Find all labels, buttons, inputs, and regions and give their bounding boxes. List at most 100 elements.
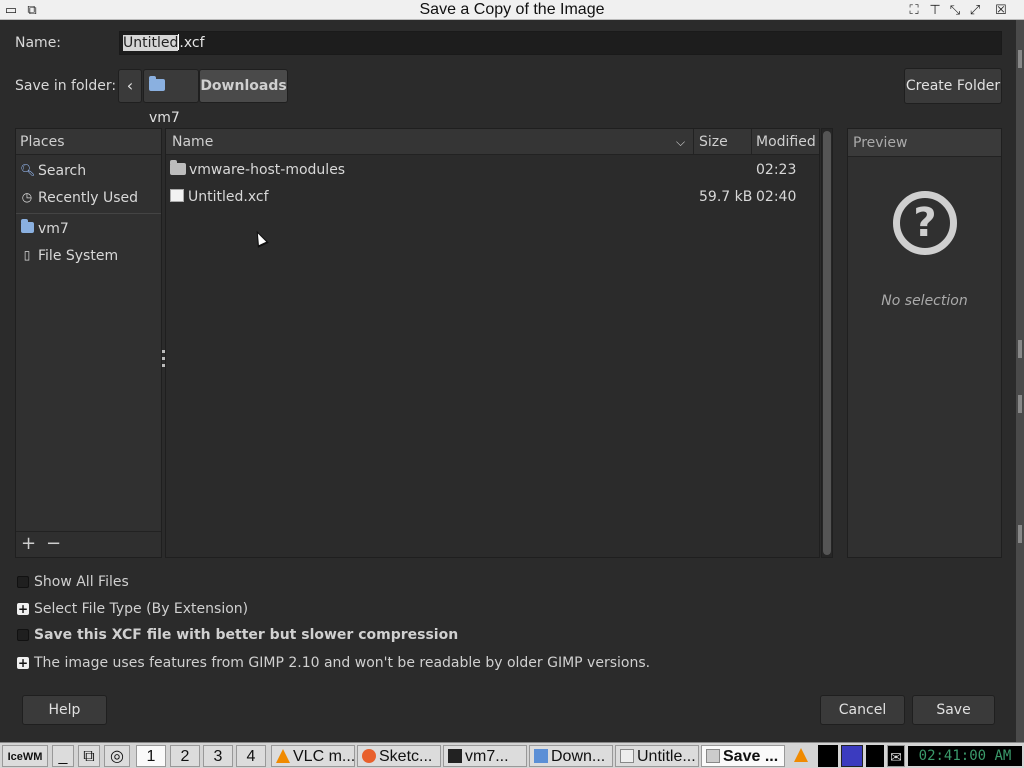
- places-item-search[interactable]: 🔍︎ Search: [16, 158, 161, 184]
- path-back-button[interactable]: ‹: [118, 69, 142, 103]
- question-mark-icon: ?: [893, 191, 957, 255]
- compression-checkbox[interactable]: [17, 629, 29, 641]
- name-label: Name:: [15, 35, 62, 51]
- sort-chevron-down-icon[interactable]: ⌵: [676, 129, 685, 155]
- show-all-files-label: Show All Files: [34, 574, 129, 590]
- fullscreen-icon[interactable]: ⤢: [967, 2, 983, 17]
- search-icon: 🔍︎: [20, 163, 36, 177]
- file-modified: 02:23: [756, 162, 797, 178]
- vlc-tray-icon[interactable]: [790, 745, 814, 767]
- create-folder-button[interactable]: Create Folder: [904, 68, 1002, 104]
- column-header-name[interactable]: Name: [172, 129, 213, 155]
- file-name: Untitled.xcf: [188, 189, 269, 205]
- places-item-label: File System: [38, 248, 119, 264]
- memory-monitor-icon: [866, 745, 884, 767]
- task-label: Down...: [551, 748, 606, 765]
- cancel-button[interactable]: Cancel: [820, 695, 905, 725]
- vlc-icon: [276, 749, 290, 763]
- show-desktop-icon[interactable]: _: [52, 745, 74, 767]
- column-header-modified[interactable]: Modified: [756, 129, 816, 155]
- start-menu-button[interactable]: IceWM: [2, 745, 48, 767]
- places-header: Places: [16, 129, 161, 155]
- window-titlebar: ▭ ⧉ Save a Copy of the Image ⛶ ⊤ ⤡ ⤢ ☒: [0, 0, 1024, 20]
- terminal-icon: [448, 749, 462, 763]
- file-row[interactable]: Untitled.xcf 59.7 kB 02:40: [166, 184, 819, 211]
- task-label: Untitle...: [637, 748, 696, 765]
- compat-label: The image uses features from GIMP 2.10 a…: [34, 655, 651, 671]
- background-window-edge: [1016, 20, 1024, 742]
- workspace-1[interactable]: 1: [136, 745, 166, 767]
- stick-icon[interactable]: ⊤: [927, 2, 943, 17]
- column-separator: [693, 129, 694, 155]
- cpu-monitor-icon: [818, 745, 838, 767]
- places-item-label: Search: [38, 163, 87, 179]
- task-label: Save ...: [723, 748, 779, 765]
- places-item-label: vm7: [38, 221, 69, 237]
- home-folder-icon: [20, 219, 34, 235]
- plus-icon[interactable]: +: [17, 657, 29, 669]
- preview-header: Preview: [848, 129, 1001, 157]
- path-crumb-vm7[interactable]: vm7: [143, 69, 199, 126]
- task-untitled[interactable]: Untitle...: [615, 745, 699, 767]
- save-button[interactable]: Save: [912, 695, 995, 725]
- places-item-recently-used[interactable]: ◷ Recently Used: [16, 185, 161, 211]
- file-list-scrollbar[interactable]: [821, 128, 833, 558]
- task-label: Sketc...: [379, 748, 433, 765]
- places-sidebar: Places 🔍︎ Search ◷ Recently Used vm7 ▯ F…: [15, 128, 162, 558]
- workspace-2[interactable]: 2: [170, 745, 200, 767]
- window-title: Save a Copy of the Image: [419, 1, 605, 18]
- clock-icon: ◷: [21, 190, 33, 204]
- shade-icon[interactable]: ⤡: [947, 2, 963, 17]
- network-monitor-icon: [841, 745, 863, 767]
- help-button[interactable]: Help: [22, 695, 107, 725]
- places-item-label: Recently Used: [38, 190, 139, 206]
- task-vlc[interactable]: VLC m...: [271, 745, 355, 767]
- places-footer: + −: [16, 531, 161, 557]
- maximize-icon[interactable]: ⛶: [906, 2, 922, 17]
- task-sketch[interactable]: Sketc...: [357, 745, 441, 767]
- filename-rest-text: .xcf: [179, 35, 205, 51]
- task-save[interactable]: Save ...: [701, 745, 785, 767]
- path-crumb-downloads[interactable]: Downloads: [199, 69, 288, 103]
- task-downloads[interactable]: Down...: [529, 745, 613, 767]
- file-list: Name ⌵ Size Modified vmware-host-modules…: [165, 128, 820, 558]
- scrollbar-thumb[interactable]: [823, 131, 831, 555]
- chevron-left-icon: ‹: [126, 76, 134, 95]
- image-file-icon: [170, 189, 184, 202]
- save-dialog: Name: Untitled.xcf Save in folder: ‹ vm7…: [0, 20, 1016, 742]
- close-icon[interactable]: ☒: [993, 2, 1009, 17]
- remove-bookmark-icon[interactable]: −: [46, 533, 61, 554]
- compression-label: Save this XCF file with better but slowe…: [34, 627, 459, 643]
- drive-icon: ▯: [23, 248, 31, 262]
- filename-input[interactable]: Untitled.xcf: [119, 31, 1002, 55]
- file-list-header: Name ⌵ Size Modified: [166, 129, 819, 155]
- places-item-vm7[interactable]: vm7: [16, 216, 161, 242]
- plus-icon[interactable]: +: [17, 603, 29, 615]
- taskbar-clock[interactable]: 02:41:00 AM: [908, 746, 1022, 766]
- workspace-4[interactable]: 4: [236, 745, 266, 767]
- file-name: vmware-host-modules: [189, 162, 346, 178]
- file-row[interactable]: vmware-host-modules 02:23: [166, 157, 819, 184]
- add-bookmark-icon[interactable]: +: [21, 533, 36, 554]
- workspace-3[interactable]: 3: [203, 745, 233, 767]
- column-header-size[interactable]: Size: [699, 129, 728, 155]
- home-folder-icon: [149, 76, 165, 91]
- file-type-label: Select File Type (By Extension): [34, 601, 249, 617]
- task-terminal[interactable]: vm7...: [443, 745, 527, 767]
- show-all-files-checkbox[interactable]: [17, 576, 29, 588]
- places-item-file-system[interactable]: ▯ File System: [16, 243, 161, 269]
- path-crumb-label: vm7: [149, 110, 180, 126]
- folder-icon: [534, 749, 548, 763]
- filename-selected-text: Untitled: [123, 35, 179, 51]
- save-in-folder-label: Save in folder:: [15, 78, 117, 94]
- file-size: 59.7 kB: [699, 189, 753, 205]
- gimp-image-icon: [620, 749, 634, 763]
- taskbar: IceWM _ ⧉ ◎ 1 2 3 4 VLC m... Sketc... vm…: [0, 742, 1024, 768]
- preview-pane: Preview ? No selection: [847, 128, 1002, 558]
- file-modified: 02:40: [756, 189, 797, 205]
- mail-icon[interactable]: ✉: [887, 745, 905, 767]
- window-list-icon[interactable]: ⧉: [78, 745, 100, 767]
- firefox-icon: [362, 749, 376, 763]
- no-selection-text: No selection: [881, 293, 968, 309]
- browser-launcher-icon[interactable]: ◎: [104, 745, 130, 767]
